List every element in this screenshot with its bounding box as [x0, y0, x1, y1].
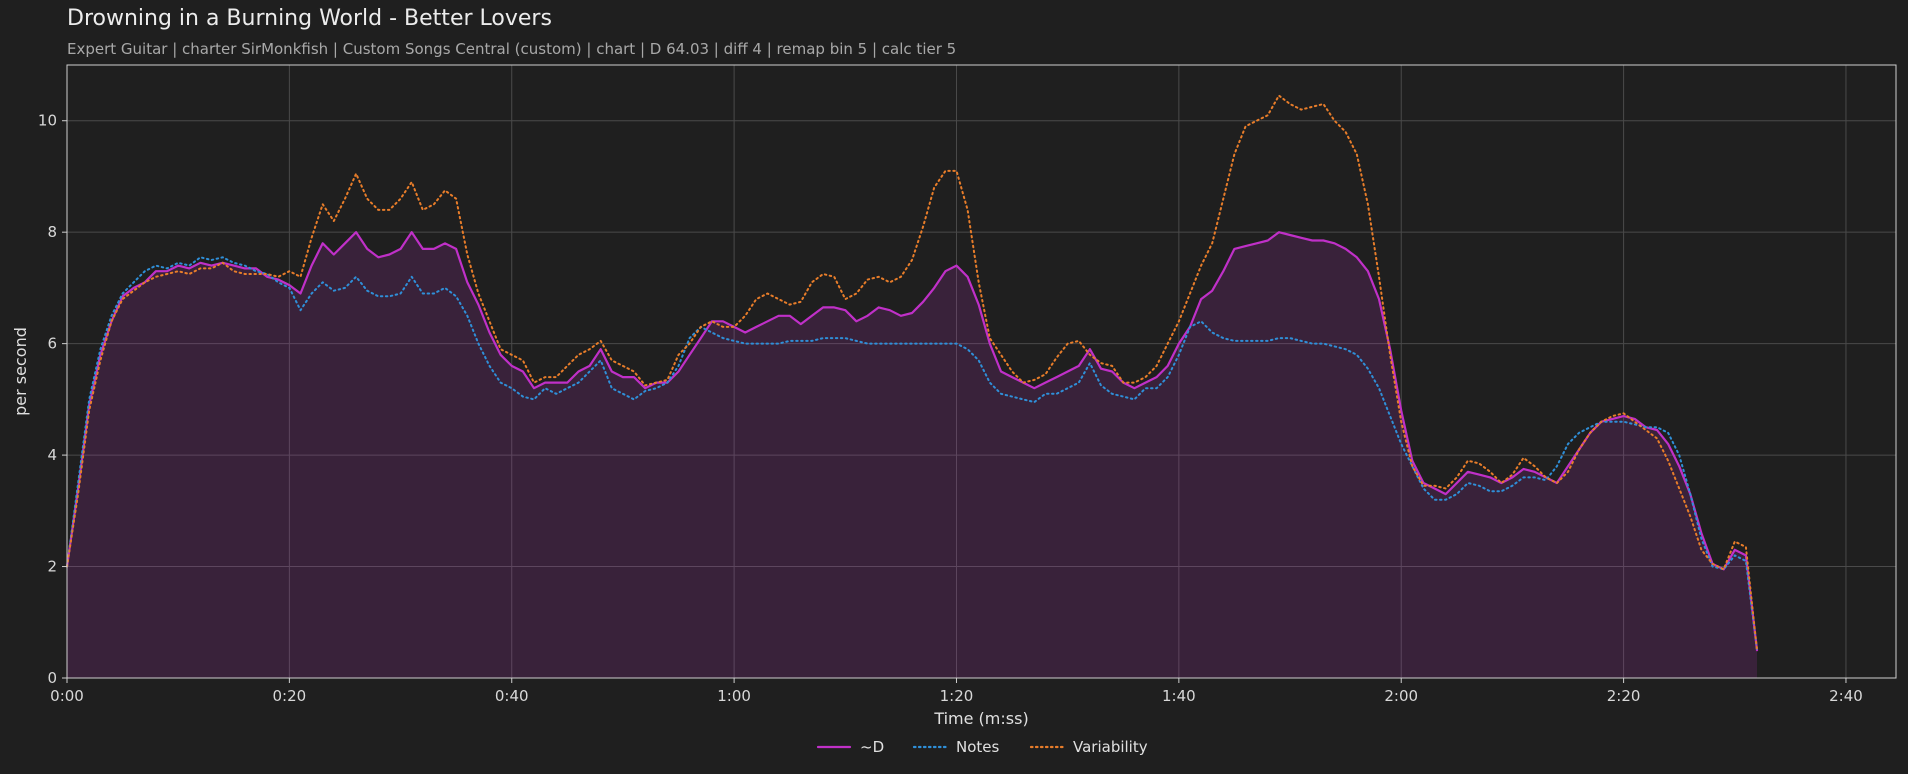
x-tick-label: 0:20	[273, 687, 307, 705]
x-tick-label: 1:00	[717, 687, 751, 705]
y-tick-label: 2	[47, 558, 57, 576]
x-tick-label: 2:20	[1607, 687, 1641, 705]
y-tick-label: 8	[47, 223, 57, 241]
legend-label: Variability	[1073, 738, 1148, 756]
y-tick-label: 10	[38, 112, 57, 130]
y-tick-label: 6	[47, 335, 57, 353]
x-axis-ticks: 0:00 0:20 0:40 1:00 1:20 1:40 2:00 2:20 2:40	[50, 678, 1863, 705]
y-axis-label: per second	[11, 327, 30, 416]
x-tick-label: 1:40	[1162, 687, 1196, 705]
y-axis-ticks: 0 2 4 6 8 10	[38, 112, 67, 687]
chart-figure: Drowning in a Burning World - Better Lov…	[0, 0, 1908, 774]
x-tick-label: 2:40	[1829, 687, 1863, 705]
y-tick-label: 0	[47, 669, 57, 687]
x-tick-label: 0:40	[495, 687, 529, 705]
x-tick-label: 1:20	[940, 687, 974, 705]
legend: ~D Notes Variability	[816, 738, 1148, 756]
legend-label: Notes	[956, 738, 1000, 756]
x-axis-label: Time (m:ss)	[933, 709, 1028, 728]
chart-svg: 0:00 0:20 0:40 1:00 1:20 1:40 2:00 2:20 2:40 0 2 4…	[11, 64, 1897, 756]
x-tick-label: 2:00	[1384, 687, 1418, 705]
y-tick-label: 4	[47, 446, 57, 464]
x-tick-label: 0:00	[50, 687, 84, 705]
legend-label: ~D	[860, 738, 884, 756]
